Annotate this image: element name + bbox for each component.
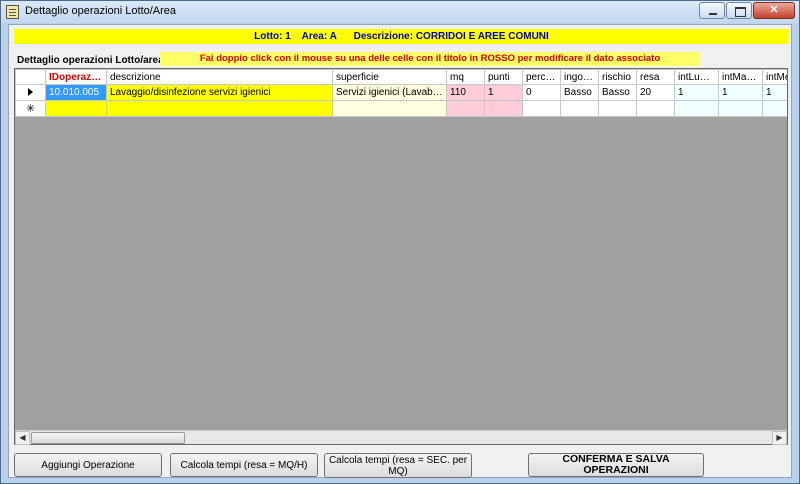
cell-ingombro[interactable]: Basso — [560, 84, 599, 101]
col-header-percvetri[interactable]: percVetri — [522, 69, 561, 85]
app-window: Dettaglio operazioni Lotto/Area Lotto: 1… — [0, 0, 800, 484]
operations-grid[interactable]: IDoperazione descrizione superficie mq p… — [14, 68, 788, 445]
new-cell-intmercoledi[interactable] — [762, 100, 787, 117]
new-cell-percvetri[interactable] — [522, 100, 561, 117]
col-header-mq[interactable]: mq — [446, 69, 485, 85]
row-selector[interactable] — [15, 84, 46, 101]
cell-percvetri[interactable]: 0 — [522, 84, 561, 101]
scroll-left-icon[interactable]: ◀ — [15, 431, 30, 445]
new-row-selector[interactable]: ✳ — [15, 100, 46, 117]
col-header-ingombro[interactable]: ingombro — [560, 69, 599, 85]
new-cell-descrizione[interactable] — [106, 100, 333, 117]
window-title: Dettaglio operazioni Lotto/Area — [25, 5, 177, 17]
hint-text: Fai doppio click con il mouse su una del… — [160, 52, 700, 66]
col-header-resa[interactable]: resa — [636, 69, 675, 85]
new-cell-ingombro[interactable] — [560, 100, 599, 117]
col-header-superficie[interactable]: superficie — [332, 69, 447, 85]
banner-descrizione: Descrizione: CORRIDOI E AREE COMUNI — [353, 31, 549, 42]
cell-idoperazione[interactable]: 10.010.005 — [45, 84, 107, 101]
header-row: IDoperazione descrizione superficie mq p… — [15, 69, 787, 85]
calc-times-sec-button[interactable]: Calcola tempi (resa = SEC. per MQ) — [324, 453, 472, 478]
scroll-thumb[interactable] — [31, 432, 185, 444]
section-label: Dettaglio operazioni Lotto/area: — [17, 55, 168, 66]
cell-descrizione[interactable]: Lavaggio/disinfezione servizi igienici — [106, 84, 333, 101]
operations-table: IDoperazione descrizione superficie mq p… — [15, 69, 787, 117]
add-operation-button[interactable]: Aggiungi Operazione — [14, 453, 162, 477]
new-row[interactable]: ✳ — [15, 100, 787, 117]
banner-area: Area: A — [301, 31, 337, 42]
cell-intmartedi[interactable]: 1 — [718, 84, 763, 101]
col-header-rischio[interactable]: rischio — [598, 69, 637, 85]
col-header-punti[interactable]: punti — [484, 69, 523, 85]
new-cell-superficie[interactable] — [332, 100, 447, 117]
col-header-descrizione[interactable]: descrizione — [106, 69, 333, 85]
new-cell-rischio[interactable] — [598, 100, 637, 117]
header-banner: Lotto: 1 Area: A Descrizione: CORRIDOI E… — [14, 29, 789, 44]
cell-intmercoledi[interactable]: 1 — [762, 84, 787, 101]
new-cell-intmartedi[interactable] — [718, 100, 763, 117]
maximize-icon[interactable] — [726, 2, 752, 19]
client-area: Lotto: 1 Area: A Descrizione: CORRIDOI E… — [8, 24, 792, 478]
new-cell-resa[interactable] — [636, 100, 675, 117]
banner-lotto: Lotto: 1 — [254, 31, 291, 42]
new-cell-mq[interactable] — [446, 100, 485, 117]
close-icon[interactable] — [753, 2, 795, 19]
minimize-icon[interactable] — [699, 2, 725, 19]
horizontal-scrollbar[interactable]: ◀ ▶ — [15, 430, 787, 445]
col-header-intmartedi[interactable]: intMartedì — [718, 69, 763, 85]
new-cell-idoperazione[interactable] — [45, 100, 107, 117]
col-header-intlunedi[interactable]: intLunedì — [674, 69, 719, 85]
col-header-intmercoledi[interactable]: intMercoledì — [762, 69, 787, 85]
cell-superficie[interactable]: Servizi igienici (Lavabo, spe... — [332, 84, 447, 101]
scroll-right-icon[interactable]: ▶ — [772, 431, 787, 445]
table-row[interactable]: 10.010.005 Lavaggio/disinfezione servizi… — [15, 84, 787, 101]
confirm-save-button[interactable]: CONFERMA E SALVA OPERAZIONI — [528, 453, 704, 477]
cell-mq[interactable]: 110 — [446, 84, 485, 101]
cell-rischio[interactable]: Basso — [598, 84, 637, 101]
new-row-star-icon: ✳ — [25, 102, 36, 115]
window-controls — [698, 2, 795, 19]
form-icon — [6, 5, 19, 19]
calc-times-mqh-button[interactable]: Calcola tempi (resa = MQ/H) — [170, 453, 318, 477]
corner-cell — [15, 69, 46, 85]
cell-resa[interactable]: 20 — [636, 84, 675, 101]
col-header-idoperazione[interactable]: IDoperazione — [45, 69, 107, 85]
new-cell-intlunedi[interactable] — [674, 100, 719, 117]
cell-punti[interactable]: 1 — [484, 84, 523, 101]
current-row-arrow-icon — [28, 88, 33, 97]
new-cell-punti[interactable] — [484, 100, 523, 117]
title-bar[interactable]: Dettaglio operazioni Lotto/Area — [1, 1, 799, 23]
cell-intlunedi[interactable]: 1 — [674, 84, 719, 101]
